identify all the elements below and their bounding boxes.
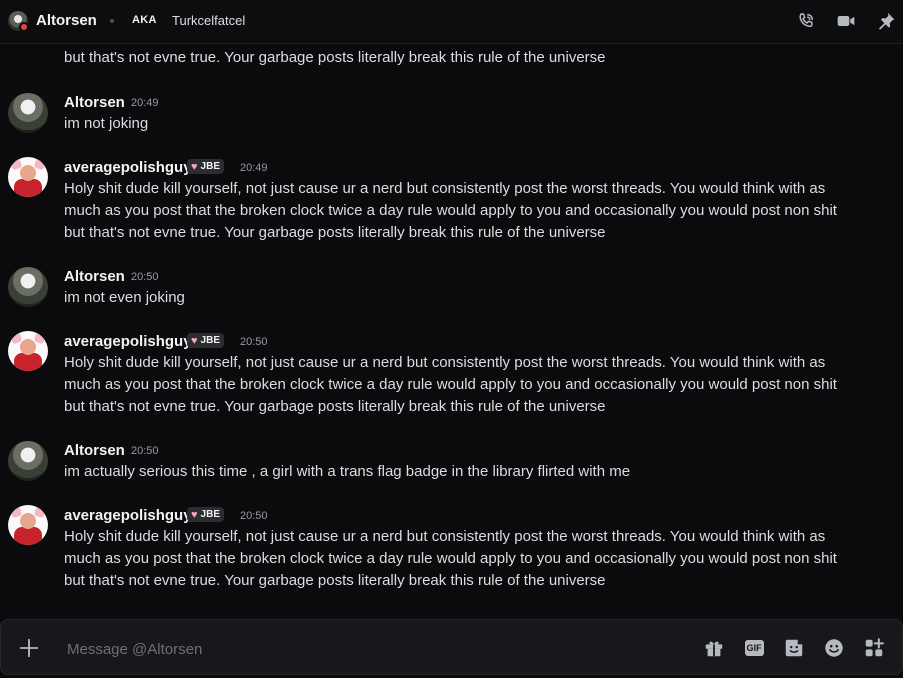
attach-plus-icon[interactable] <box>18 637 40 659</box>
message-author[interactable]: averagepolishguy <box>64 159 192 176</box>
message-timestamp: 20:50 <box>131 271 159 283</box>
pinned-messages-icon[interactable] <box>876 11 896 31</box>
message-author[interactable]: Altorsen <box>64 94 125 111</box>
message-text-line: but that's not evne true. Your garbage p… <box>64 398 606 415</box>
voice-call-icon[interactable] <box>796 11 816 31</box>
message-text-line: Holy shit dude kill yourself, not just c… <box>64 528 826 545</box>
message-timestamp: 20:50 <box>240 510 268 522</box>
message-text: im actually serious this time , a girl w… <box>64 463 631 480</box>
message-text-line: Holy shit dude kill yourself, not just c… <box>64 354 826 371</box>
header-username[interactable]: Altorsen <box>36 12 97 29</box>
badge-label: JBE <box>200 335 220 346</box>
status-dnd-icon <box>19 22 29 32</box>
message-list[interactable]: but that's not evne true. Your garbage p… <box>0 45 903 610</box>
message-author[interactable]: Altorsen <box>64 268 125 285</box>
message-timestamp: 20:50 <box>131 445 159 457</box>
server-tag-badge[interactable]: ♥ JBE <box>187 333 224 348</box>
message-author[interactable]: Altorsen <box>64 442 125 459</box>
message-input[interactable] <box>65 636 629 662</box>
badge-label: JBE <box>200 509 220 520</box>
message-timestamp: 20:49 <box>240 162 268 174</box>
message-text: im not even joking <box>64 289 185 306</box>
server-tag-badge[interactable]: ♥ JBE <box>187 159 224 174</box>
heart-icon: ♥ <box>191 160 198 173</box>
message-text-line: much as you post that the broken clock t… <box>64 376 837 393</box>
aka-label: AKA <box>132 14 157 26</box>
dm-header: Altorsen AKA Turkcelfatcel <box>0 0 903 44</box>
video-call-icon[interactable] <box>836 11 856 31</box>
message-text: im not joking <box>64 115 149 132</box>
gif-icon: GIF <box>744 640 764 656</box>
avatar[interactable] <box>8 331 48 371</box>
avatar[interactable] <box>8 267 48 307</box>
badge-label: JBE <box>200 161 220 172</box>
message-text-line: but that's not evne true. Your garbage p… <box>64 572 606 589</box>
heart-icon: ♥ <box>191 508 198 521</box>
message-author[interactable]: averagepolishguy <box>64 333 192 350</box>
message-text-line: much as you post that the broken clock t… <box>64 202 837 219</box>
message-composer: GIF <box>0 619 903 675</box>
avatar[interactable] <box>8 157 48 197</box>
message-timestamp: 20:49 <box>131 97 159 109</box>
emoji-icon[interactable] <box>823 637 845 659</box>
message-continuation: but that's not evne true. Your garbage p… <box>64 49 606 66</box>
message-author[interactable]: averagepolishguy <box>64 507 192 524</box>
message-text-line: much as you post that the broken clock t… <box>64 550 837 567</box>
message-timestamp: 20:50 <box>240 336 268 348</box>
avatar[interactable] <box>8 93 48 133</box>
aka-name[interactable]: Turkcelfatcel <box>172 13 245 28</box>
message-text-line: but that's not evne true. Your garbage p… <box>64 224 606 241</box>
sticker-icon[interactable] <box>783 637 805 659</box>
avatar[interactable] <box>8 505 48 545</box>
heart-icon: ♥ <box>191 334 198 347</box>
header-separator-dot <box>110 19 114 23</box>
apps-icon[interactable] <box>863 637 885 659</box>
message-text-line: Holy shit dude kill yourself, not just c… <box>64 180 826 197</box>
gif-button[interactable]: GIF <box>743 637 765 659</box>
gift-icon[interactable] <box>703 637 725 659</box>
avatar[interactable] <box>8 441 48 481</box>
server-tag-badge[interactable]: ♥ JBE <box>187 507 224 522</box>
